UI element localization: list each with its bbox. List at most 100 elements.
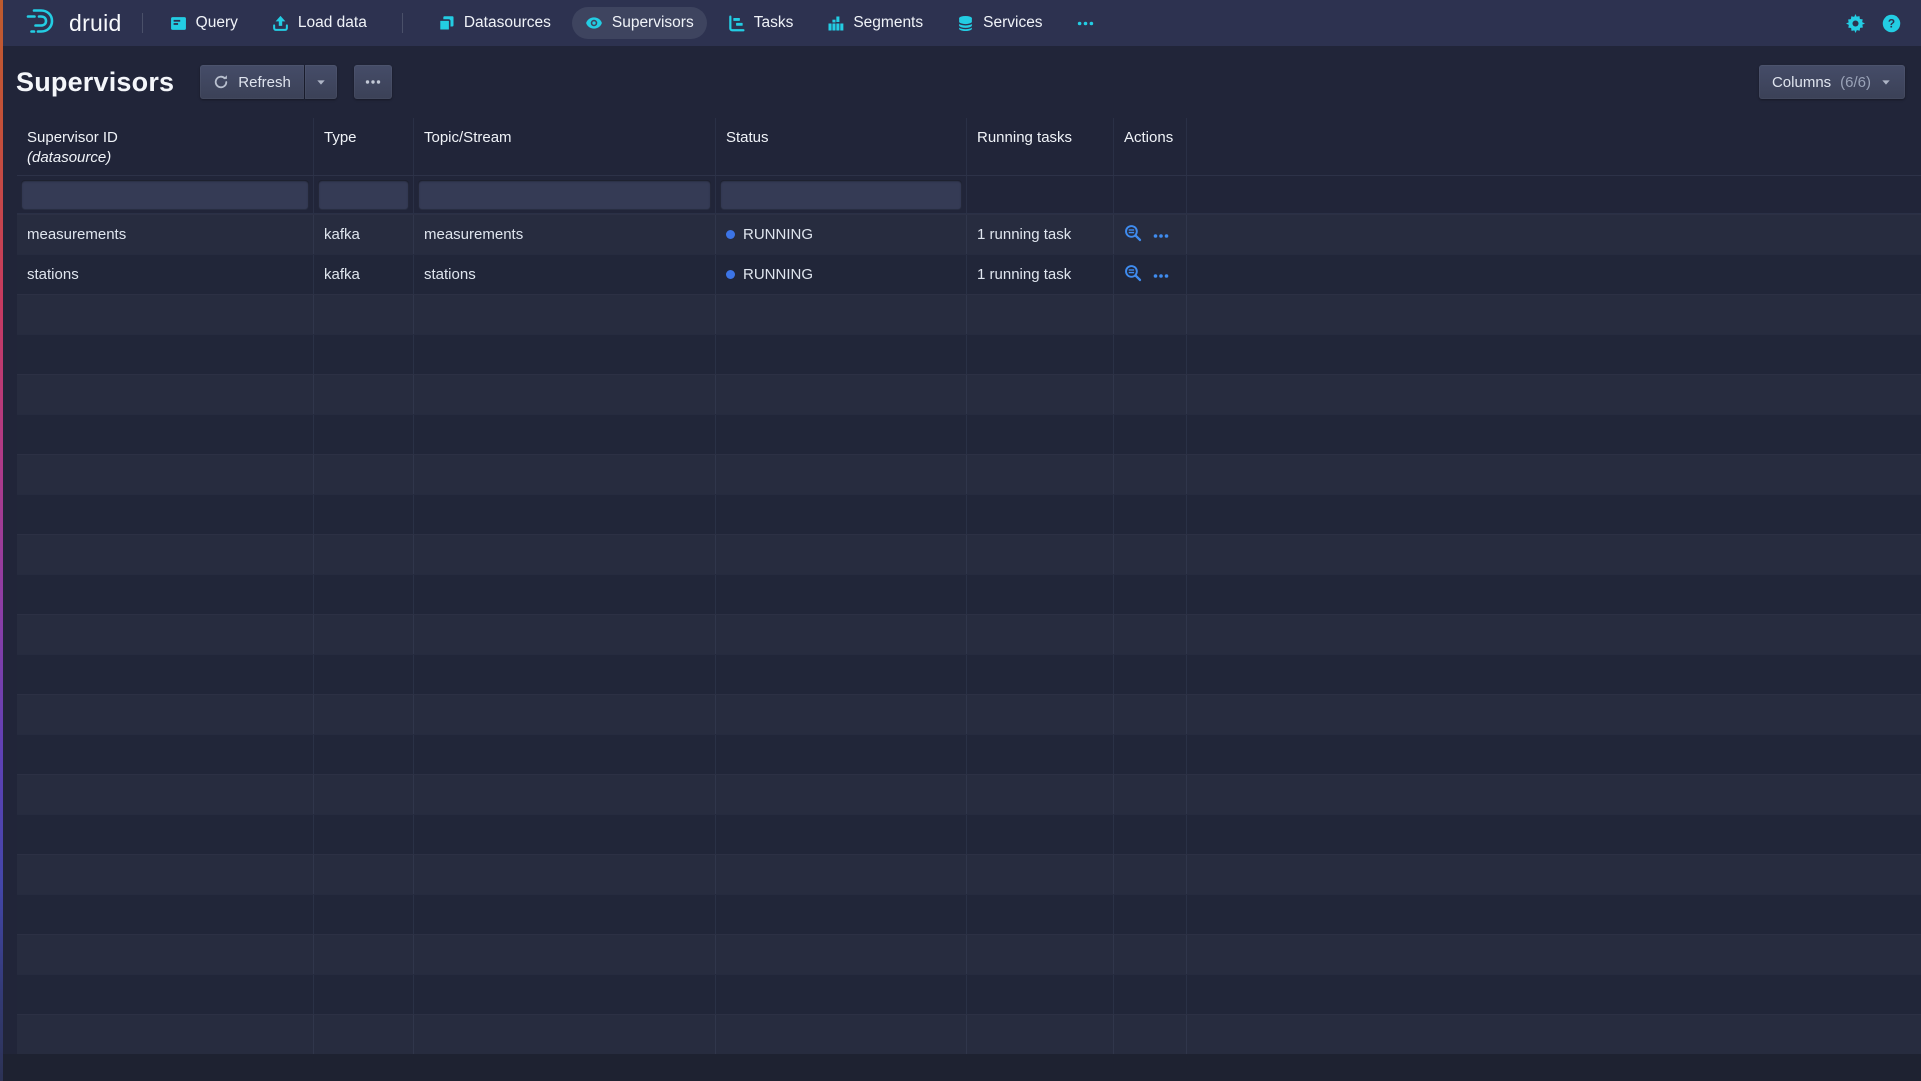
empty-cell [715,735,966,774]
supervisor-detail-button[interactable] [1124,264,1142,286]
empty-row [17,294,1921,334]
empty-cell [413,735,715,774]
empty-cell-filler [1186,335,1921,374]
empty-cell [966,415,1113,454]
filter-input-supervisor-id[interactable] [21,180,309,210]
empty-cell [1113,375,1186,414]
column-header-actions[interactable]: Actions [1113,118,1186,175]
nav-divider [402,13,403,33]
cell-type: kafka [313,215,413,254]
column-header-sublabel: (datasource) [27,148,303,168]
topic-stream-value: stations [424,266,476,283]
column-header-status[interactable]: Status [715,118,966,175]
filter-input-type[interactable] [318,180,409,210]
filter-input-status[interactable] [720,180,962,210]
running-tasks-value: 1 running task [977,266,1071,283]
empty-row [17,614,1921,654]
empty-cell [17,415,313,454]
empty-cell [413,375,715,414]
empty-cell [17,575,313,614]
empty-cell-filler [1186,655,1921,694]
empty-cell [1113,775,1186,814]
nav-item-datasources[interactable]: Datasources [425,7,564,39]
tasks-icon [728,15,745,32]
empty-cell [966,775,1113,814]
nav-item-load-data[interactable]: Load data [259,7,380,39]
empty-cell [715,575,966,614]
cell-supervisor-id: measurements [17,215,313,254]
empty-cell [715,535,966,574]
empty-cell [313,415,413,454]
empty-cell [413,415,715,454]
nav-item-services[interactable]: Services [944,7,1055,39]
columns-visibility-button[interactable]: Columns (6/6) [1759,65,1905,99]
empty-cell [313,855,413,894]
druid-logo[interactable]: druid [24,7,122,40]
supervisor-id-value: measurements [27,226,126,243]
empty-row [17,534,1921,574]
refresh-icon [213,74,229,90]
column-header-label: Topic/Stream [424,129,512,146]
empty-cell [313,975,413,1014]
eye-icon [585,14,603,32]
cell-topic-stream: measurements [413,215,715,254]
empty-cell [1113,335,1186,374]
empty-cell [966,575,1113,614]
column-header-topic-stream[interactable]: Topic/Stream [413,118,715,175]
supervisor-id-value: stations [27,266,79,283]
empty-cell-filler [1186,1015,1921,1054]
empty-cell [1113,975,1186,1014]
empty-cell [313,1015,413,1054]
empty-row [17,1014,1921,1054]
toolbar-more-button[interactable] [354,65,392,99]
refresh-button[interactable]: Refresh [200,65,304,99]
empty-cell-filler [1186,935,1921,974]
supervisor-row: measurementskafkameasurementsRUNNING1 ru… [17,214,1921,254]
empty-cell [17,535,313,574]
filter-cell-supervisor-id [17,176,313,213]
empty-cell [17,775,313,814]
refresh-interval-dropdown-button[interactable] [305,65,337,99]
column-header-type[interactable]: Type [313,118,413,175]
empty-row [17,694,1921,734]
empty-row [17,974,1921,1014]
empty-cell-filler [1186,535,1921,574]
nav-item-label: Query [196,14,238,32]
help-icon[interactable]: ? [1882,14,1901,33]
empty-cell [966,695,1113,734]
nav-item-query[interactable]: Query [157,7,251,39]
empty-row [17,814,1921,854]
empty-cell-filler [1186,375,1921,414]
cell-supervisor-id: stations [17,255,313,294]
below-table-area [0,1054,1921,1081]
nav-item-tasks[interactable]: Tasks [715,7,807,39]
druid-logo-icon [24,7,60,40]
empty-cell-filler [1186,855,1921,894]
filter-input-topic-stream[interactable] [418,180,711,210]
empty-cell-filler [1186,575,1921,614]
empty-cell [1113,575,1186,614]
empty-cell [1113,895,1186,934]
cell-status: RUNNING [715,255,966,294]
nav-item-segments[interactable]: Segments [814,7,936,39]
empty-cell [966,455,1113,494]
gear-icon[interactable] [1846,14,1865,33]
supervisor-detail-button[interactable] [1124,224,1142,246]
empty-row [17,494,1921,534]
empty-cell [17,695,313,734]
empty-cell [1113,295,1186,334]
nav-item-supervisors[interactable]: Supervisors [572,7,707,39]
supervisor-actions-more-button[interactable] [1153,266,1169,283]
nav-item-label: Load data [298,14,367,32]
empty-row [17,734,1921,774]
empty-cell [17,455,313,494]
supervisor-actions-more-button[interactable] [1153,226,1169,243]
empty-cell [17,815,313,854]
column-header-supervisor-id[interactable]: Supervisor ID(datasource) [17,118,313,175]
empty-row [17,574,1921,614]
refresh-button-group: Refresh [200,65,337,99]
supervisors-table: Supervisor ID(datasource)Type Topic/Strea… [17,118,1921,1054]
column-header-running-tasks[interactable]: Running tasks [966,118,1113,175]
empty-cell [17,335,313,374]
nav-item-more[interactable] [1064,13,1107,34]
